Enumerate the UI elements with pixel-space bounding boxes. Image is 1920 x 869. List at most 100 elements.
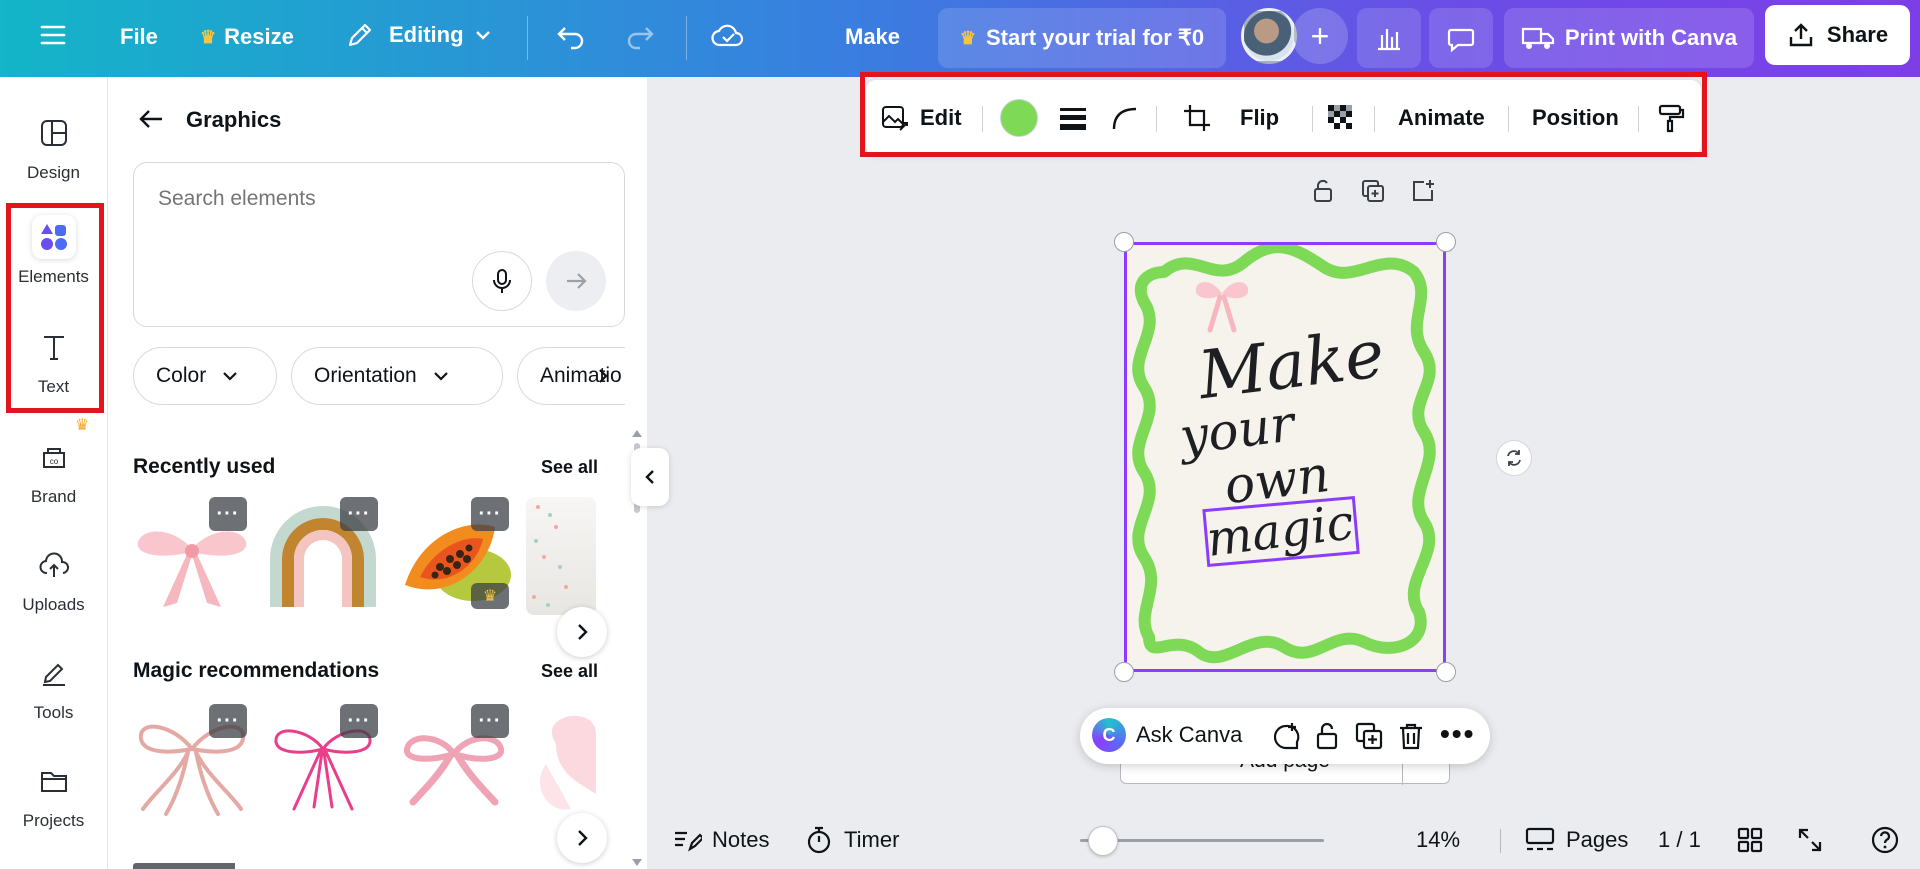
zoom-level-button[interactable]: 14% xyxy=(1416,811,1460,869)
graphic-bow-outline[interactable]: ··· xyxy=(133,704,251,822)
duplicate-page-button[interactable] xyxy=(1360,178,1386,204)
microphone-icon xyxy=(493,269,511,293)
edit-image-button[interactable]: Edit xyxy=(880,80,962,156)
graphic-bow-magenta[interactable]: ··· xyxy=(264,704,382,822)
insights-button[interactable] xyxy=(1357,8,1421,68)
chevron-down-icon xyxy=(433,372,448,381)
notes-button[interactable]: Notes xyxy=(672,811,769,869)
svg-text:co: co xyxy=(49,457,58,466)
save-status-button[interactable] xyxy=(710,18,746,54)
resize-handle[interactable] xyxy=(1114,662,1134,682)
redo-button[interactable] xyxy=(624,20,656,52)
more-options-icon[interactable]: ··· xyxy=(209,704,247,738)
rail-item-uploads[interactable]: Uploads xyxy=(0,543,107,615)
help-icon xyxy=(1871,826,1899,854)
design-icon xyxy=(32,111,76,155)
rail-item-tools[interactable]: Tools xyxy=(0,651,107,723)
search-box[interactable] xyxy=(133,162,625,327)
voice-search-button[interactable] xyxy=(472,251,532,311)
print-button[interactable]: Print with Canva xyxy=(1504,8,1754,68)
rail-item-text[interactable]: Text xyxy=(0,325,107,397)
lock-page-button[interactable] xyxy=(1310,178,1336,204)
more-options-icon[interactable]: ··· xyxy=(209,497,247,531)
recent-next-button[interactable] xyxy=(557,607,607,657)
tools-icon xyxy=(32,651,76,695)
resize-button[interactable]: ♛ Resize xyxy=(200,24,294,50)
comment-add-button[interactable] xyxy=(1270,721,1302,753)
rail-item-design[interactable]: Design xyxy=(0,111,107,183)
more-options-icon[interactable]: ··· xyxy=(471,704,509,738)
graphic-bow-pink[interactable]: ··· xyxy=(133,497,251,615)
corner-rounding-button[interactable] xyxy=(1110,80,1140,156)
rotate-button[interactable] xyxy=(1496,440,1532,476)
back-button[interactable] xyxy=(136,104,166,134)
divider xyxy=(982,106,983,132)
delete-element-button[interactable] xyxy=(1396,721,1426,751)
more-options-icon[interactable]: ··· xyxy=(340,497,378,531)
brand-icon: co xyxy=(32,435,76,479)
comment-icon xyxy=(1447,28,1475,53)
filter-orientation[interactable]: Orientation xyxy=(291,347,503,405)
position-button[interactable]: Position xyxy=(1532,80,1619,156)
collapse-panel-button[interactable] xyxy=(631,448,669,506)
undo-button[interactable] xyxy=(555,20,587,52)
more-options-icon[interactable]: ··· xyxy=(471,497,509,531)
rail-item-brand[interactable]: co Brand xyxy=(0,435,107,507)
graphic-bow-soft[interactable] xyxy=(526,704,596,822)
chevron-right-icon[interactable] xyxy=(594,367,612,385)
undo-icon xyxy=(557,27,584,50)
unlock-icon xyxy=(1314,179,1332,202)
see-all-recent[interactable]: See all xyxy=(541,457,598,478)
resize-handle[interactable] xyxy=(1436,232,1456,252)
plus-icon: + xyxy=(1310,17,1330,54)
resize-handle[interactable] xyxy=(1114,232,1134,252)
zoom-slider-handle[interactable] xyxy=(1087,826,1118,856)
divider xyxy=(1508,106,1509,132)
make-button[interactable]: Make xyxy=(845,24,900,50)
share-button[interactable]: Share xyxy=(1765,5,1910,65)
invite-button[interactable]: + xyxy=(1292,8,1348,64)
transparency-button[interactable] xyxy=(1326,80,1356,156)
magic-next-button[interactable] xyxy=(557,813,607,863)
timer-button[interactable]: Timer xyxy=(804,811,899,869)
duplicate-element-button[interactable] xyxy=(1354,721,1384,751)
trial-button[interactable]: ♛ Start your trial for ₹0 xyxy=(938,8,1226,68)
filter-color[interactable]: Color xyxy=(133,347,277,405)
see-all-magic[interactable]: See all xyxy=(541,661,598,682)
border-style-button[interactable] xyxy=(1058,80,1088,156)
crown-icon: ♛ xyxy=(75,417,90,434)
more-options-icon[interactable]: ··· xyxy=(340,704,378,738)
search-input[interactable] xyxy=(158,187,598,211)
crop-button[interactable] xyxy=(1182,80,1212,156)
comments-button[interactable] xyxy=(1429,8,1493,68)
rail-item-elements[interactable]: Elements xyxy=(0,215,107,287)
avatar[interactable] xyxy=(1241,8,1297,64)
grid-view-button[interactable] xyxy=(1736,811,1764,869)
copy-style-button[interactable] xyxy=(1656,80,1686,156)
menu-button[interactable] xyxy=(38,20,68,50)
graphic-confetti[interactable] xyxy=(526,497,596,615)
editing-mode-button[interactable]: Editing xyxy=(345,20,494,50)
help-button[interactable] xyxy=(1870,811,1900,869)
resize-handle[interactable] xyxy=(1436,662,1456,682)
graphic-rainbow[interactable]: ··· xyxy=(264,497,382,615)
add-page-icon-button[interactable] xyxy=(1410,178,1436,204)
bar-chart-icon xyxy=(1378,29,1400,51)
fill-color-button[interactable] xyxy=(1000,80,1038,156)
rail-item-projects[interactable]: Projects xyxy=(0,759,107,831)
flip-button[interactable]: Flip xyxy=(1240,80,1279,156)
graphic-papaya[interactable]: ··· ♛ xyxy=(395,497,513,615)
fullscreen-button[interactable] xyxy=(1796,811,1824,869)
ask-canva-button[interactable]: C Ask Canva xyxy=(1092,718,1242,752)
more-options-icon[interactable]: ••• xyxy=(1440,720,1475,748)
search-submit-button[interactable] xyxy=(546,251,606,311)
divider xyxy=(1374,106,1375,132)
next-section-peek xyxy=(133,857,333,869)
pages-button[interactable]: Pages xyxy=(1524,811,1628,869)
graphic-bow-ribbon[interactable]: ··· xyxy=(395,704,513,822)
file-menu[interactable]: File xyxy=(120,24,158,50)
lock-element-button[interactable] xyxy=(1312,721,1342,751)
animate-button[interactable]: Animate xyxy=(1398,80,1485,156)
arrow-left-icon xyxy=(139,110,162,128)
corner-curve-icon xyxy=(1112,107,1137,130)
